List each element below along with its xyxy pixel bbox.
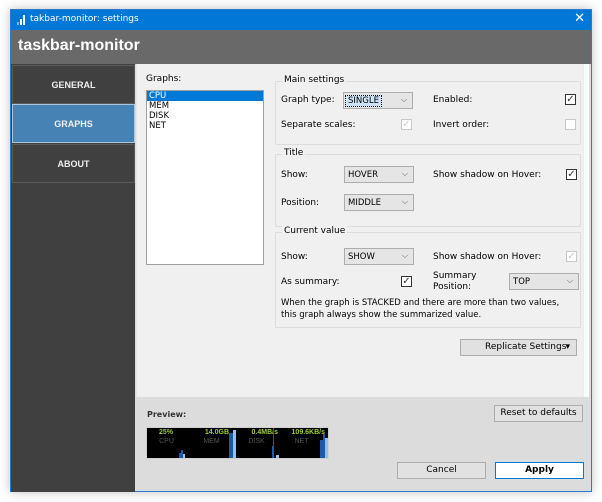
graphs-label: Graphs: bbox=[146, 74, 182, 84]
as-summary-checkbox[interactable]: ✓ bbox=[401, 276, 412, 287]
current-show-select[interactable]: SHOW ⌵ bbox=[344, 248, 414, 265]
replicate-settings-label: Replicate Settings bbox=[485, 342, 567, 352]
preview-label: Preview: bbox=[147, 410, 187, 419]
invert-order-checkbox[interactable] bbox=[565, 119, 576, 130]
sidebar-item-about[interactable]: ABOUT bbox=[12, 144, 135, 183]
current-shadow-label: Show shadow on Hover: bbox=[433, 252, 542, 262]
as-summary-label: As summary: bbox=[281, 277, 340, 287]
reset-defaults-button[interactable]: Reset to defaults bbox=[494, 405, 583, 422]
title-shadow-label: Show shadow on Hover: bbox=[433, 170, 542, 180]
title-position-label: Position: bbox=[281, 198, 320, 208]
preview-cell-cpu: 25% CPU bbox=[147, 428, 192, 458]
graph-type-value: SINGLE bbox=[345, 95, 382, 107]
sidebar: GENERAL GRAPHS ABOUT bbox=[11, 64, 135, 492]
preview-graph: 25% CPU 14.0GB MEM 0.4MB/s DISK 109.6KB/… bbox=[146, 427, 329, 459]
bar-chart-icon bbox=[17, 15, 27, 25]
dropdown-arrow-icon: ▾ bbox=[565, 342, 570, 352]
graphs-panel: Graphs: CPU MEM DISK NET Main settings G… bbox=[136, 64, 589, 397]
vertical-scrollbar[interactable] bbox=[583, 64, 589, 397]
close-icon[interactable]: ✕ bbox=[574, 12, 585, 26]
chevron-down-icon: ⌵ bbox=[566, 276, 573, 285]
app-brand: taskbar-monitor bbox=[18, 37, 140, 54]
graph-bar bbox=[276, 455, 279, 458]
list-item-cpu[interactable]: CPU bbox=[147, 91, 263, 101]
preview-value-disk: 0.4MB/s bbox=[251, 429, 278, 436]
stacked-note-line-2: this graph always show the summarized va… bbox=[281, 310, 482, 320]
graph-bar bbox=[233, 430, 236, 458]
preview-cell-net: 109.6KB/s NET bbox=[282, 428, 328, 458]
graph-bar bbox=[325, 438, 328, 458]
graph-bar bbox=[183, 454, 185, 458]
title-show-value: HOVER bbox=[348, 170, 379, 180]
separate-scales-label: Separate scales: bbox=[281, 120, 356, 130]
cancel-button[interactable]: Cancel bbox=[397, 462, 486, 479]
title-bar: takbar-monitor: settings ✕ bbox=[11, 10, 591, 30]
replicate-settings-button[interactable]: Replicate Settings ▾ bbox=[460, 339, 577, 356]
main-settings-group: Main settings Graph type: SINGLE ⌵ Enabl… bbox=[275, 75, 581, 145]
main-settings-title: Main settings bbox=[282, 75, 347, 85]
current-value-group: Current value Show: SHOW ⌵ Show shadow o… bbox=[275, 226, 581, 328]
enabled-checkbox[interactable]: ✓ bbox=[565, 94, 576, 105]
apply-button[interactable]: Apply bbox=[495, 462, 584, 479]
chevron-down-icon: ⌵ bbox=[401, 169, 408, 178]
separate-scales-checkbox[interactable]: ✓ bbox=[401, 119, 412, 130]
preview-cell-disk: 0.4MB/s DISK bbox=[237, 428, 282, 458]
preview-title-cpu: CPU bbox=[159, 438, 174, 445]
list-item-net[interactable]: NET bbox=[147, 121, 263, 131]
title-group-title: Title bbox=[282, 148, 306, 158]
title-group: Title Show: HOVER ⌵ Show shadow on Hover… bbox=[275, 148, 581, 227]
preview-value-mem: 14.0GB bbox=[204, 429, 229, 436]
sidebar-item-graphs[interactable]: GRAPHS bbox=[12, 104, 135, 143]
title-show-select[interactable]: HOVER ⌵ bbox=[344, 166, 414, 183]
summary-position-select[interactable]: TOP ⌵ bbox=[509, 273, 579, 290]
graph-type-select[interactable]: SINGLE ⌵ bbox=[343, 92, 413, 109]
preview-cell-mem: 14.0GB MEM bbox=[192, 428, 237, 458]
invert-order-label: Invert order: bbox=[433, 120, 490, 130]
list-item-disk[interactable]: DISK bbox=[147, 111, 263, 121]
preview-value-net: 109.6KB/s bbox=[291, 429, 325, 436]
title-position-select[interactable]: MIDDLE ⌵ bbox=[344, 194, 414, 211]
graph-bar bbox=[273, 428, 274, 458]
graphs-listbox[interactable]: CPU MEM DISK NET bbox=[146, 90, 264, 265]
title-position-value: MIDDLE bbox=[348, 198, 382, 208]
title-shadow-checkbox[interactable]: ✓ bbox=[566, 169, 577, 180]
chevron-down-icon: ⌵ bbox=[400, 95, 407, 104]
window-title: takbar-monitor: settings bbox=[30, 14, 139, 24]
summary-position-value: TOP bbox=[513, 277, 531, 287]
title-show-label: Show: bbox=[281, 170, 308, 180]
chevron-down-icon: ⌵ bbox=[401, 251, 408, 260]
stacked-note-line-1: When the graph is STACKED and there are … bbox=[281, 298, 560, 308]
chevron-down-icon: ⌵ bbox=[401, 197, 408, 206]
current-show-label: Show: bbox=[281, 252, 308, 262]
preview-value-cpu: 25% bbox=[159, 429, 174, 436]
current-show-value: SHOW bbox=[348, 252, 375, 262]
preview-title-mem: MEM bbox=[203, 438, 220, 445]
list-item-mem[interactable]: MEM bbox=[147, 101, 263, 111]
app-header: taskbar-monitor bbox=[11, 30, 591, 64]
enabled-label: Enabled: bbox=[433, 95, 473, 105]
preview-title-net: NET bbox=[294, 438, 309, 445]
current-value-title: Current value bbox=[282, 226, 348, 236]
graph-type-label: Graph type: bbox=[281, 95, 335, 105]
summary-position-label-2: Position: bbox=[433, 282, 472, 292]
sidebar-item-general[interactable]: GENERAL bbox=[12, 65, 135, 104]
summary-position-label-1: Summary bbox=[433, 271, 477, 281]
current-shadow-checkbox[interactable]: ✓ bbox=[566, 251, 577, 262]
settings-window: takbar-monitor: settings ✕ taskbar-monit… bbox=[10, 9, 592, 492]
preview-title-disk: DISK bbox=[248, 438, 265, 445]
